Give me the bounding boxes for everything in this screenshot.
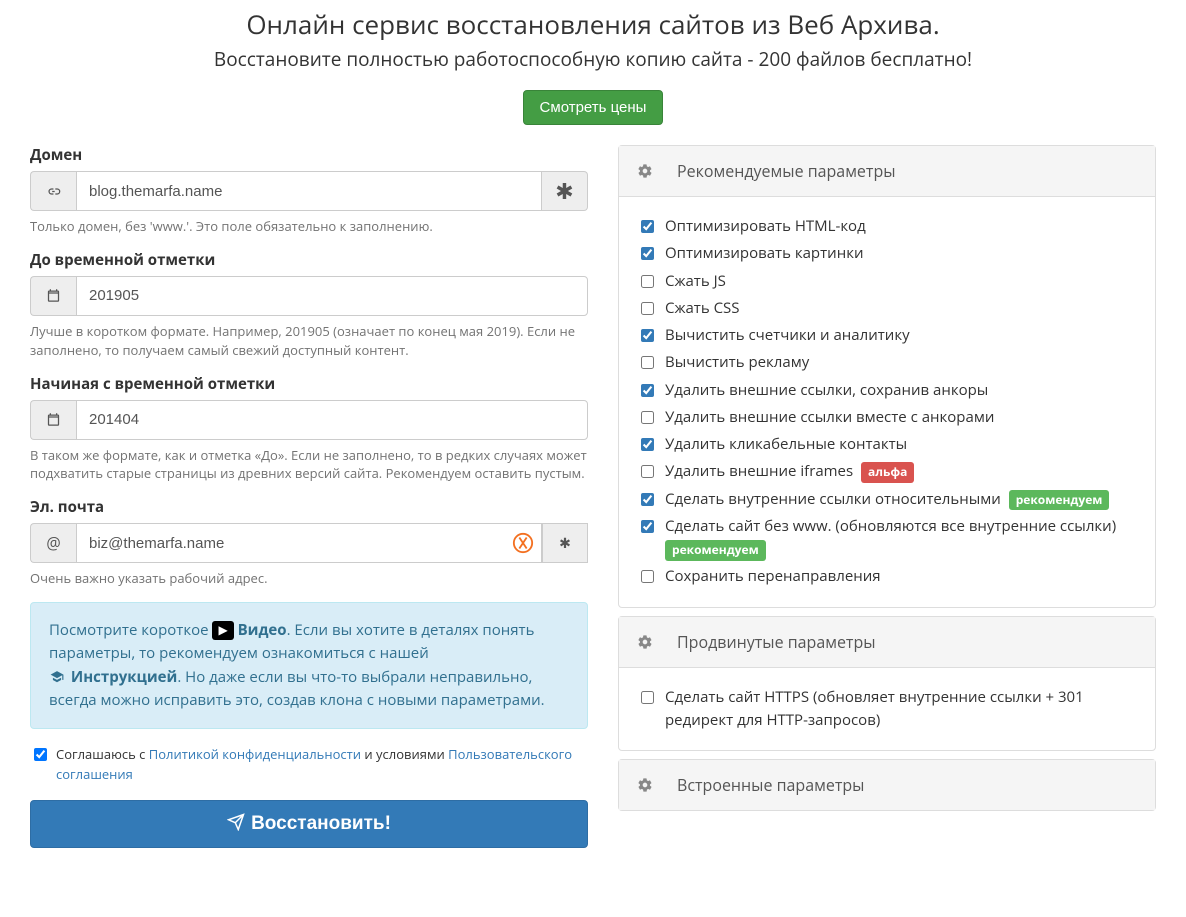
reco-option-label-1: Оптимизировать картинки — [665, 242, 863, 265]
panel-advanced-body: Сделать сайт HTTPS (обновляет внутренние… — [619, 668, 1155, 751]
agree-checkbox[interactable] — [34, 748, 47, 761]
reco-option-checkbox-2[interactable] — [641, 275, 654, 288]
reco-option-checkbox-4[interactable] — [641, 329, 654, 342]
reco-option-label-12: Сохранить перенаправления — [665, 565, 881, 588]
video-link[interactable]: Видео — [238, 620, 287, 640]
reco-option-label-3: Сжать CSS — [665, 297, 740, 320]
reco-option-label-6: Удалить внешние ссылки, сохранив анкоры — [665, 379, 988, 402]
email-label: Эл. почта — [30, 497, 588, 517]
manual-link[interactable]: Инструкцией — [71, 667, 177, 687]
reco-option-checkbox-8[interactable] — [641, 438, 654, 451]
gear-icon — [637, 634, 653, 650]
panel-recommended-header[interactable]: Рекомендуемые параметры — [619, 146, 1155, 197]
pricing-button[interactable]: Смотреть цены — [523, 90, 664, 125]
reco-option-checkbox-9[interactable] — [641, 465, 654, 478]
from-ts-help: В таком же формате, как и отметка «До». … — [30, 446, 588, 484]
gear-icon — [637, 777, 653, 793]
paper-plane-icon — [227, 813, 245, 831]
reco-option-checkbox-7[interactable] — [641, 411, 654, 424]
reco-option-label-0: Оптимизировать HTML-код — [665, 215, 866, 238]
reco-option-checkbox-12[interactable] — [641, 570, 654, 583]
extension-icon — [512, 532, 534, 554]
domain-label: Домен — [30, 145, 588, 165]
reco-option-label-11: Сделать сайт без www. (обновляются все в… — [665, 515, 1116, 562]
reco-option-label-4: Вычистить счетчики и аналитику — [665, 324, 910, 347]
from-ts-label: Начиная с временной отметки — [30, 374, 588, 394]
required-mark: ✱ — [542, 171, 588, 211]
panel-advanced-header[interactable]: Продвинутые параметры — [619, 617, 1155, 668]
link-icon — [30, 171, 76, 211]
panel-recommended-body: Оптимизировать HTML-код Оптимизировать ка… — [619, 197, 1155, 607]
badge-альфа: альфа — [861, 462, 914, 483]
to-ts-label: До временной отметки — [30, 250, 588, 270]
info-alert: Посмотрите короткое ▶ Видео. Если вы хот… — [30, 602, 588, 729]
adv-option-checkbox-0[interactable] — [641, 691, 654, 704]
panel-recommended-title: Рекомендуемые параметры — [677, 160, 896, 182]
calendar-icon — [30, 276, 76, 316]
reco-option-checkbox-10[interactable] — [641, 493, 654, 506]
gear-icon — [637, 163, 653, 179]
badge-рекомендуем: рекомендуем — [1009, 490, 1110, 511]
email-help: Очень важно указать рабочий адрес. — [30, 569, 588, 588]
submit-button[interactable]: Восстановить! — [30, 800, 588, 848]
reco-option-checkbox-3[interactable] — [641, 302, 654, 315]
calendar-icon — [30, 400, 76, 440]
privacy-link[interactable]: Политикой конфиденциальности — [149, 745, 361, 763]
reco-option-checkbox-6[interactable] — [641, 384, 654, 397]
reco-option-label-7: Удалить внешние ссылки вместе с анкорами — [665, 406, 994, 429]
reco-option-checkbox-0[interactable] — [641, 220, 654, 233]
from-ts-input[interactable] — [76, 400, 588, 440]
required-mark: ✱ — [542, 523, 588, 563]
reco-option-label-9: Удалить внешние iframes альфа — [665, 460, 914, 483]
page-title: Онлайн сервис восстановления сайтов из В… — [30, 6, 1156, 42]
to-ts-input[interactable] — [76, 276, 588, 316]
video-icon: ▶ — [212, 621, 233, 640]
reco-option-label-8: Удалить кликабельные контакты — [665, 433, 907, 456]
badge-рекомендуем: рекомендуем — [665, 540, 766, 561]
reco-option-checkbox-11[interactable] — [641, 520, 654, 533]
reco-option-label-5: Вычистить рекламу — [665, 351, 809, 374]
panel-builtin-header[interactable]: Встроенные параметры — [619, 760, 1155, 810]
reco-option-checkbox-5[interactable] — [641, 356, 654, 369]
panel-builtin-title: Встроенные параметры — [677, 774, 864, 796]
at-icon: @ — [30, 523, 76, 563]
graduation-cap-icon — [49, 670, 65, 684]
to-ts-help: Лучше в коротком формате. Например, 2019… — [30, 322, 588, 360]
domain-input[interactable] — [76, 171, 542, 211]
adv-option-label-0: Сделать сайт HTTPS (обновляет внутренние… — [665, 686, 1137, 733]
reco-option-checkbox-1[interactable] — [641, 247, 654, 260]
page-subtitle: Восстановите полностью работоспособную к… — [30, 46, 1156, 72]
reco-option-label-10: Сделать внутренние ссылки относительными… — [665, 488, 1109, 511]
agree-text: Соглашаюсь с Политикой конфиденциальност… — [56, 745, 588, 784]
reco-option-label-2: Сжать JS — [665, 270, 726, 293]
email-input[interactable] — [76, 523, 542, 563]
panel-advanced-title: Продвинутые параметры — [677, 631, 876, 653]
domain-help: Только домен, без 'www.'. Это поле обяза… — [30, 217, 588, 236]
